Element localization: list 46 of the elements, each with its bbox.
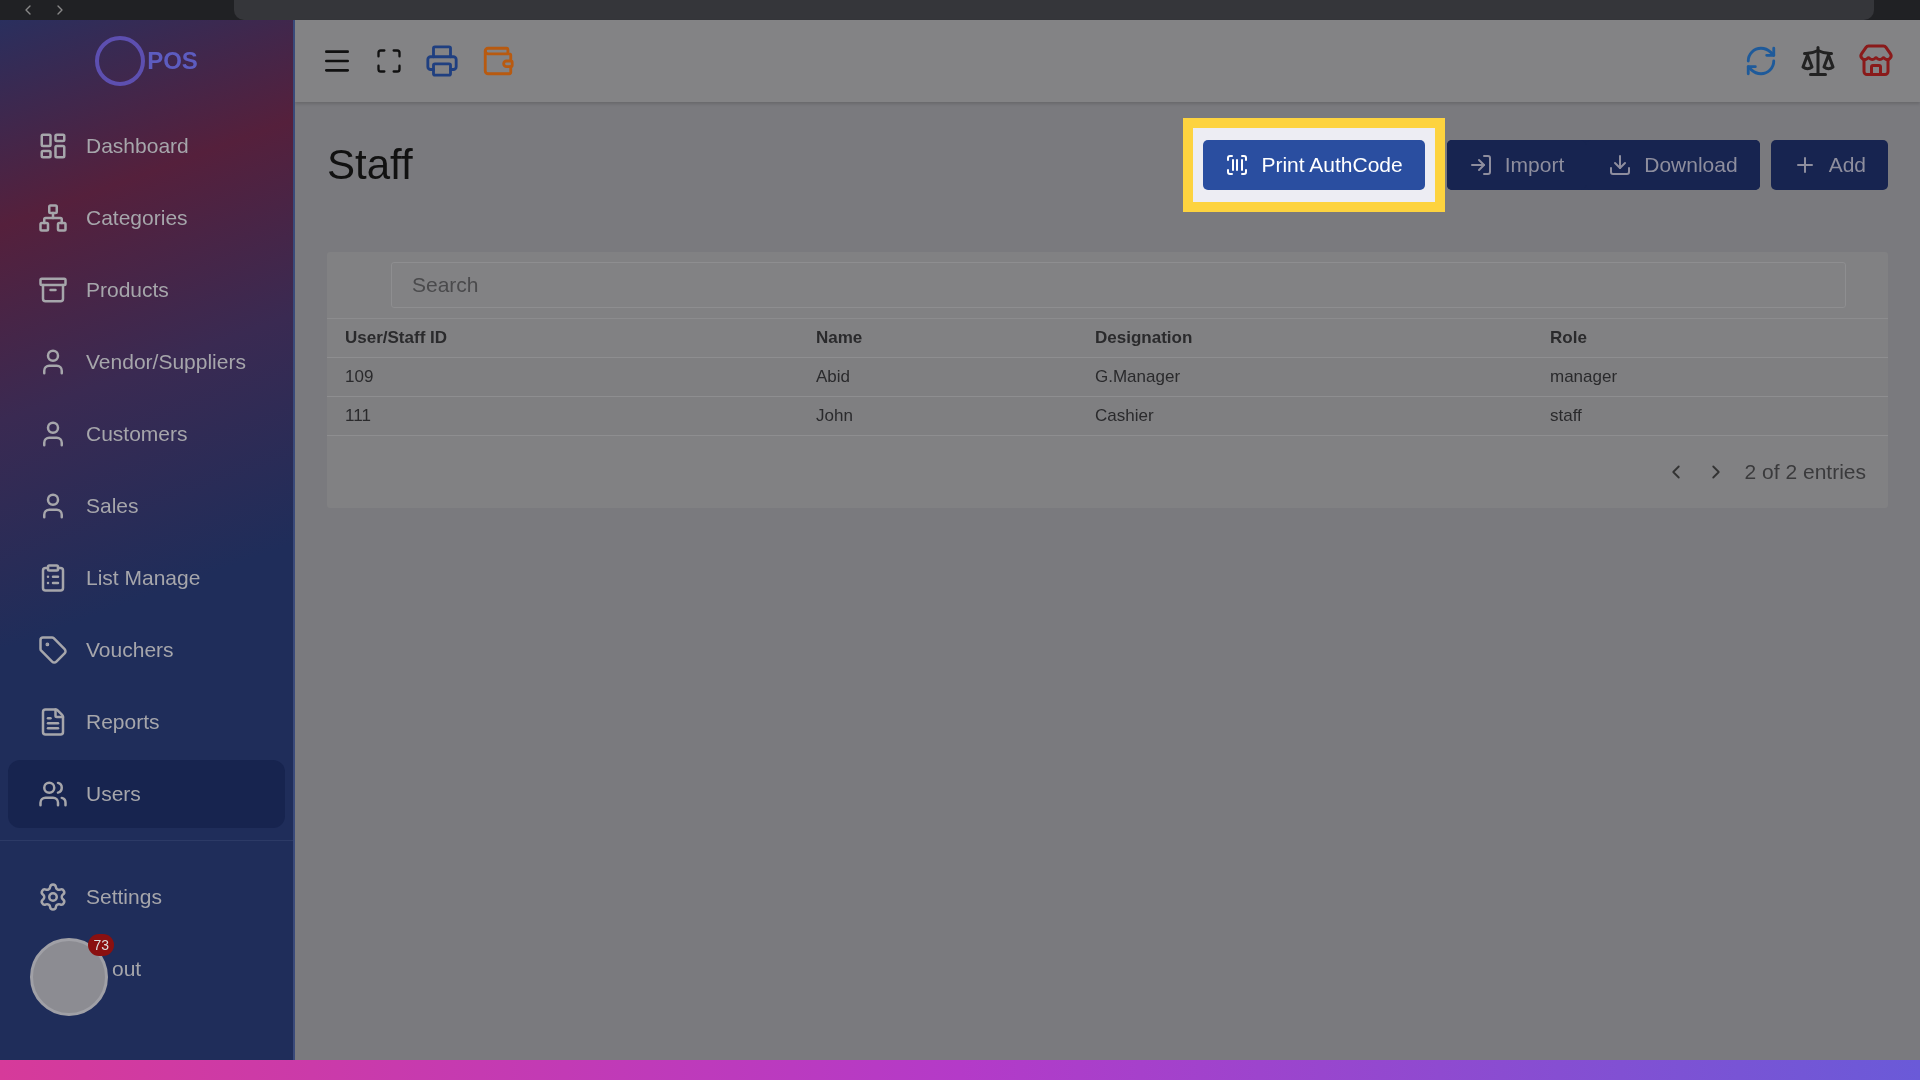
sidebar-item[interactable]: Products — [8, 256, 285, 324]
sidebar-item[interactable]: Customers — [8, 400, 285, 468]
sidebar-item[interactable]: Categories — [8, 184, 285, 252]
sidebar-item[interactable]: Users — [8, 760, 285, 828]
table-cell-text: Abid — [816, 367, 852, 387]
search-field[interactable]: Search — [391, 262, 1846, 308]
logout-link[interactable]: out — [112, 957, 142, 981]
table-cell-text: Cashier — [1095, 406, 1155, 426]
column-header: Role — [1550, 328, 1588, 348]
action-button[interactable]: Add — [1770, 140, 1888, 190]
table-cell-text: 109 — [345, 367, 375, 387]
dashboard-icon — [38, 131, 68, 161]
barcode-icon — [1225, 153, 1250, 177]
refresh-icon[interactable] — [1744, 44, 1778, 78]
action-button[interactable]: Print AuthCode — [1203, 140, 1425, 190]
settings-icon — [38, 882, 68, 912]
notification-badge: 73 — [88, 934, 114, 956]
download-icon — [1608, 153, 1633, 177]
sidebar-item[interactable]: Dashboard — [8, 112, 285, 180]
users-icon — [38, 779, 68, 809]
table-cell-text: manager — [1550, 367, 1619, 387]
store-icon[interactable] — [1858, 43, 1894, 79]
logo-icon — [95, 36, 146, 86]
hierarchy-icon — [38, 203, 68, 233]
table-cell-text: John — [816, 406, 854, 426]
sidebar-item[interactable]: Reports — [8, 688, 285, 756]
sidebar-item[interactable]: Sales — [8, 472, 285, 540]
table-cell-text: G.Manager — [1095, 367, 1182, 387]
sidebar-item[interactable]: Vendor/Suppliers — [8, 328, 285, 396]
column-header: User/Staff ID — [345, 328, 449, 348]
column-header: Designation — [1095, 328, 1194, 348]
table-cell-text: staff — [1550, 406, 1583, 426]
fullscreen-icon[interactable] — [375, 47, 403, 75]
box-icon — [38, 275, 68, 305]
printer-icon[interactable] — [425, 44, 459, 78]
logo-text: POS — [147, 47, 198, 75]
page-title: Staff — [327, 141, 414, 189]
table-cell-text: 111 — [345, 406, 372, 426]
sidebar-item[interactable]: List Manage — [8, 544, 285, 612]
sidebar-item[interactable]: Vouchers — [8, 616, 285, 684]
column-header: Name — [816, 328, 864, 348]
tag-icon — [38, 635, 68, 665]
scale-icon[interactable] — [1800, 43, 1836, 79]
pagination-summary: 2 of 2 entries — [1744, 460, 1866, 484]
import-icon — [1468, 153, 1493, 177]
sidebar-item[interactable]: Settings — [8, 863, 285, 931]
